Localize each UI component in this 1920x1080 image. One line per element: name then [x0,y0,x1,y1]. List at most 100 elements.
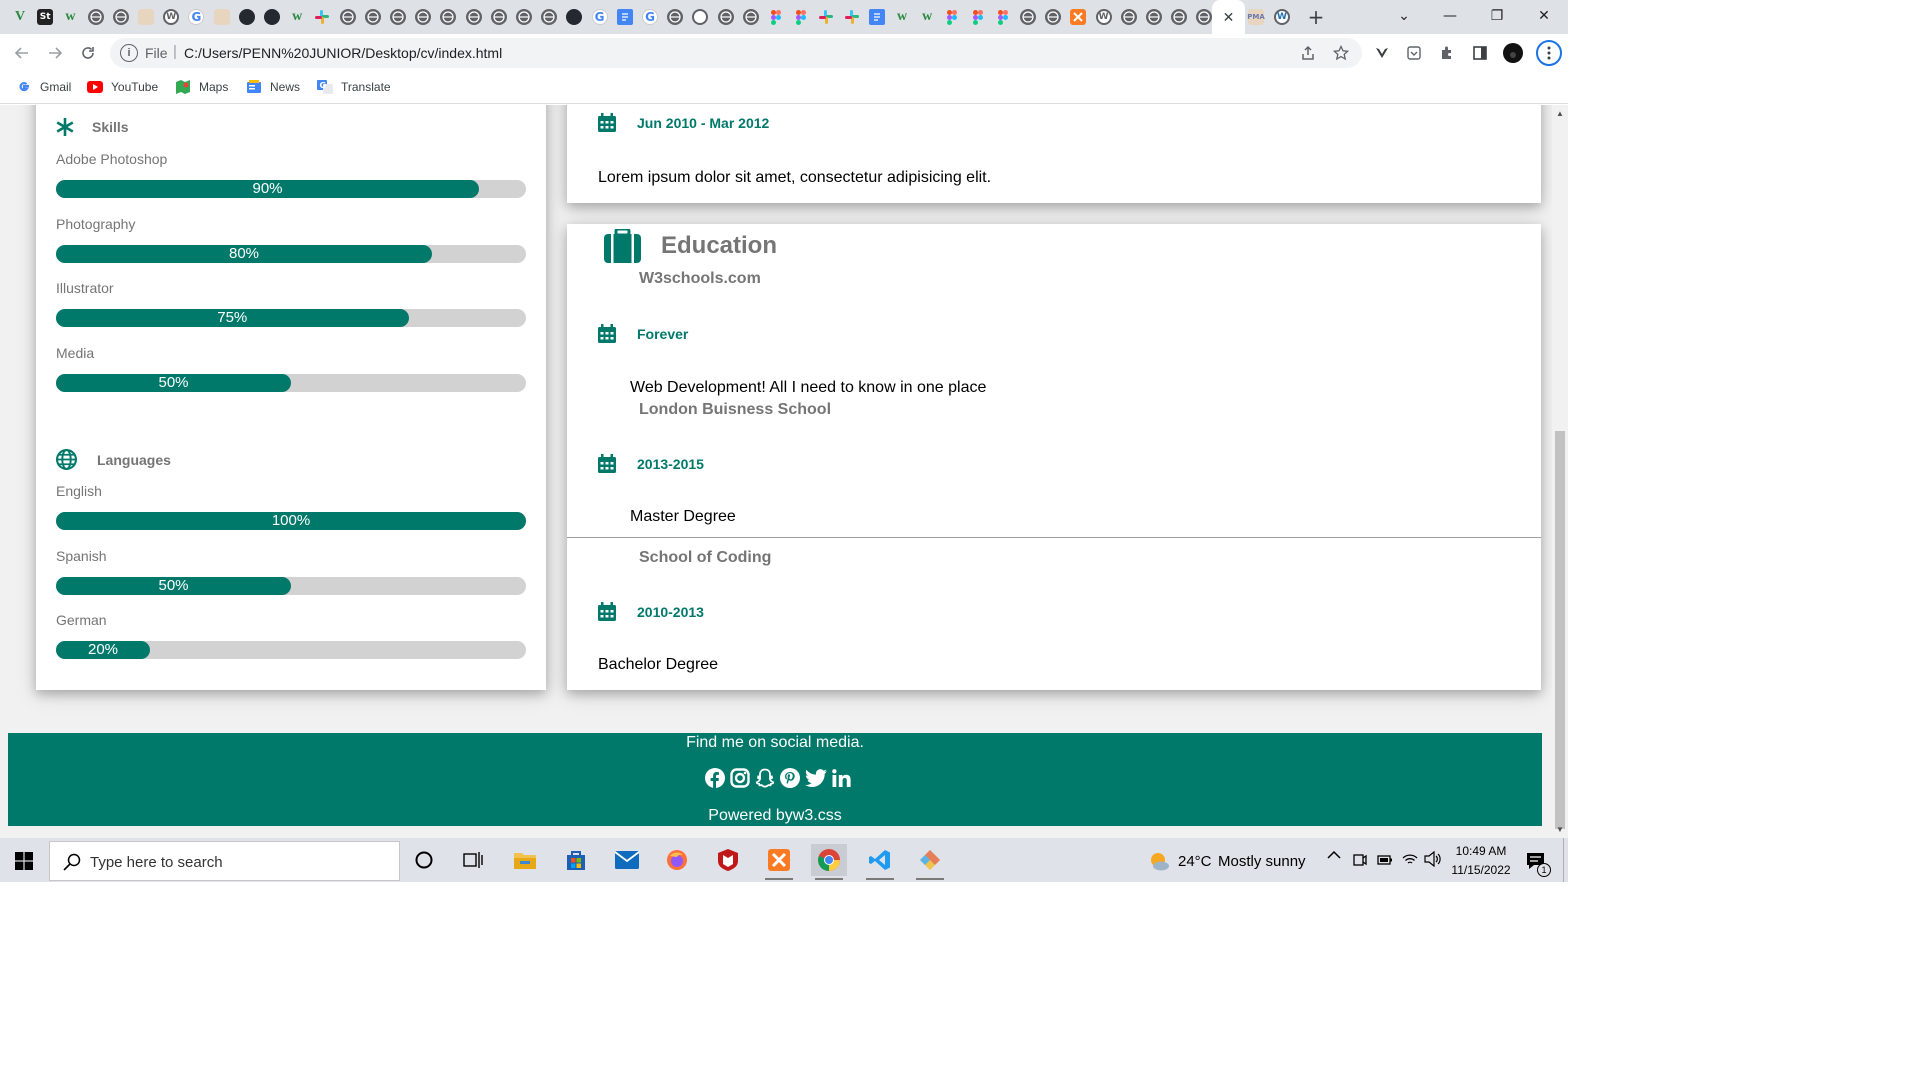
browser-tab[interactable] [1041,5,1065,29]
browser-tab[interactable] [210,5,234,29]
close-window-button[interactable]: ✕ [1521,0,1567,32]
instagram-icon[interactable] [730,768,750,788]
browser-tab[interactable] [1142,5,1166,29]
firefox-icon[interactable] [659,844,695,876]
browser-tab[interactable]: W [159,5,183,29]
maximize-button[interactable]: ❐ [1474,0,1520,32]
wifi-icon[interactable] [1402,851,1418,867]
profile-avatar[interactable] [1503,43,1523,63]
weather-icon[interactable] [1147,851,1171,871]
browser-tab[interactable] [940,5,964,29]
browser-tab[interactable]: G [638,5,662,29]
bookmark-maps[interactable]: Maps [175,79,228,95]
browser-tab[interactable]: w [285,5,309,29]
browser-tab[interactable] [134,5,158,29]
weather-condition[interactable]: Mostly sunny [1218,853,1306,870]
browser-tab[interactable] [966,5,990,29]
browser-tab[interactable] [1066,5,1090,29]
browser-tab[interactable] [1016,5,1040,29]
side-panel-icon[interactable] [1470,43,1490,63]
task-view-icon[interactable] [455,844,491,876]
browser-tab[interactable] [739,5,763,29]
browser-tab[interactable]: St [33,5,57,29]
browser-tab[interactable]: G [184,5,208,29]
browser-tab[interactable] [336,5,360,29]
battery-icon[interactable] [1377,853,1393,867]
tab-search-button[interactable]: ⌄ [1381,0,1427,32]
browser-tab[interactable]: W [1092,5,1116,29]
chrome-menu-icon[interactable] [1536,40,1562,66]
browser-tab[interactable] [235,5,259,29]
browser-tab[interactable] [411,5,435,29]
git-icon[interactable] [912,844,948,880]
browser-tab[interactable] [361,5,385,29]
browser-tab[interactable] [562,5,586,29]
show-desktop-button[interactable] [1563,838,1568,882]
browser-tab[interactable]: W [1270,5,1294,29]
cortana-icon[interactable] [406,844,442,876]
browser-tab[interactable] [1167,5,1191,29]
xampp-icon[interactable] [761,844,797,880]
browser-tab[interactable] [260,5,284,29]
browser-tab[interactable] [487,5,511,29]
clock-time[interactable]: 10:49 AM [1450,844,1512,858]
store-icon[interactable] [558,844,594,876]
twitter-icon[interactable] [805,768,827,788]
bookmark-youtube[interactable]: YouTube [87,79,158,95]
page-scrollbar[interactable]: ▲ ▼ [1552,105,1568,838]
browser-tab[interactable]: PMA [1244,5,1268,29]
browser-tab[interactable] [663,5,687,29]
file-explorer-icon[interactable] [507,844,543,876]
address-bar[interactable]: i File | C:/Users/PENN%20JUNIOR/Desktop/… [110,38,1362,68]
new-tab-button[interactable]: + [1305,5,1327,29]
browser-tab[interactable] [310,5,334,29]
browser-tab[interactable] [789,5,813,29]
extensions-puzzle-icon[interactable] [1437,43,1457,63]
extension-m-icon[interactable] [1372,43,1392,63]
vscode-icon[interactable] [862,844,898,880]
minimize-button[interactable]: — [1427,0,1473,32]
forward-button[interactable] [41,39,69,67]
browser-tab[interactable] [814,5,838,29]
browser-tab[interactable] [436,5,460,29]
pinterest-icon[interactable] [780,768,800,788]
browser-tab[interactable]: w [915,5,939,29]
scrollbar-thumb[interactable] [1555,431,1565,829]
clock-date[interactable]: 11/15/2022 [1448,863,1514,877]
browser-tab[interactable]: V [8,5,32,29]
bookmark-star-icon[interactable] [1331,43,1351,63]
browser-tab[interactable] [613,5,637,29]
browser-tab[interactable] [865,5,889,29]
browser-tab[interactable] [84,5,108,29]
bookmark-news[interactable]: News [246,79,300,95]
browser-tab[interactable] [386,5,410,29]
tray-overflow-chevron-icon[interactable] [1327,850,1341,860]
browser-tab[interactable] [537,5,561,29]
browser-tab[interactable] [109,5,133,29]
active-tab[interactable]: ✕ [1212,0,1245,34]
share-icon[interactable] [1298,43,1318,63]
back-button[interactable] [8,39,36,67]
mcafee-icon[interactable] [710,844,746,876]
browser-tab[interactable] [1117,5,1141,29]
site-info-icon[interactable]: i [120,44,138,62]
facebook-icon[interactable] [705,768,725,788]
bookmark-gmail[interactable]: Gmail [16,79,71,95]
scroll-up-arrow-icon[interactable]: ▲ [1556,109,1564,118]
chrome-icon[interactable] [811,844,847,880]
taskbar-search[interactable]: Type here to search [49,841,400,881]
close-tab-icon[interactable]: ✕ [1223,9,1235,26]
browser-tab[interactable] [991,5,1015,29]
mail-icon[interactable] [609,844,645,876]
volume-icon[interactable] [1424,851,1442,867]
windows-start-icon[interactable] [15,852,33,870]
bookmark-translate[interactable]: G Translate [317,79,391,95]
browser-tab[interactable] [714,5,738,29]
browser-tab[interactable]: w [890,5,914,29]
pocket-icon[interactable] [1404,43,1424,63]
reload-button[interactable] [74,39,102,67]
browser-tab[interactable]: G [588,5,612,29]
scroll-down-arrow-icon[interactable]: ▼ [1556,825,1564,834]
snapchat-icon[interactable] [755,768,775,788]
browser-tab[interactable] [688,5,712,29]
